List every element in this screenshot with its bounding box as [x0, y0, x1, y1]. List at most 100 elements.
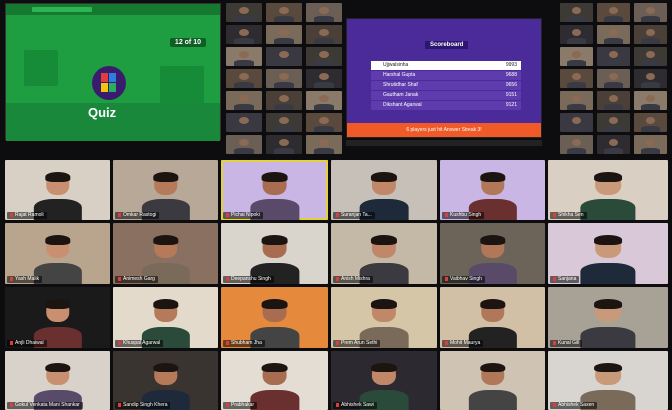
- leaderboard-window: Scoreboard Ujjwalsinha 9993 Harshal Gupt…: [346, 18, 542, 138]
- participant-tile[interactable]: Gokul Venkata Mani Shankar: [5, 351, 110, 410]
- participant-tile[interactable]: Shikha Sen: [548, 160, 668, 220]
- participant-thumbnail[interactable]: [597, 69, 630, 88]
- participant-thumbnail[interactable]: [634, 25, 667, 44]
- participant-thumbnail[interactable]: [306, 47, 342, 66]
- participant-thumbnail[interactable]: [597, 113, 630, 132]
- participant-name-label: Abhishek Sawi: [333, 402, 377, 409]
- participant-tile[interactable]: Sanjana: [548, 223, 668, 284]
- participant-thumbnail[interactable]: [226, 25, 262, 44]
- participant-tile[interactable]: Anjli Dhaiwal: [5, 287, 110, 348]
- participant-thumbnail[interactable]: [634, 135, 667, 154]
- participant-tile[interactable]: Deepanshu Singh: [221, 223, 328, 284]
- participant-tile[interactable]: Sandip Singh Khera: [113, 351, 218, 410]
- participant-thumbnail[interactable]: [560, 47, 593, 66]
- participant-thumbnail[interactable]: [266, 135, 302, 154]
- participant-name-label: Khuspal Agarwal: [115, 340, 164, 347]
- participant-tile[interactable]: Suranjan Ta...: [331, 160, 437, 220]
- participant-video: [468, 363, 517, 410]
- participant-thumbnail[interactable]: [266, 3, 302, 22]
- quiz-share-window: 12 of 10 Quiz: [5, 3, 221, 141]
- quiz-window-dots: [32, 7, 92, 12]
- participant-name-label: Suranjan Ta...: [333, 212, 375, 219]
- participant-thumbnail[interactable]: [306, 91, 342, 110]
- participant-tile[interactable]: Animesh Garg: [113, 223, 218, 284]
- participant-thumbnail[interactable]: [226, 113, 262, 132]
- participant-tile[interactable]: Abhishek Sawi: [331, 351, 437, 410]
- leaderboard-score: 9993: [505, 62, 517, 68]
- participant-video: [249, 363, 300, 410]
- participant-tile[interactable]: Shubham Jha: [221, 287, 328, 348]
- participant-tile[interactable]: Yash Malik: [5, 223, 110, 284]
- leaderboard-list: Ujjwalsinha 9993 Harshal Gupta 9688 Shru…: [371, 61, 521, 111]
- participant-tile[interactable]: Prabhakar: [221, 351, 328, 410]
- participant-tile[interactable]: Vaibhav Singh: [440, 223, 545, 284]
- participant-thumbnail[interactable]: [634, 47, 667, 66]
- participant-thumbnail[interactable]: [306, 113, 342, 132]
- participant-tile[interactable]: Omkar Rastogi: [113, 160, 218, 220]
- participant-thumbnail[interactable]: [597, 47, 630, 66]
- participant-name-label: Animesh Garg: [115, 276, 158, 283]
- participant-name-label: Gokul Venkata Mani Shankar: [7, 402, 83, 409]
- leaderboard-row: Harshal Gupta 9688: [371, 71, 521, 80]
- participant-thumbnail[interactable]: [266, 25, 302, 44]
- participant-name-label: Prem Arun Sethi: [333, 340, 381, 347]
- participant-thumbnail[interactable]: [226, 135, 262, 154]
- participant-name-label: Pichai Nipoki: [223, 212, 263, 219]
- participant-thumbnail[interactable]: [634, 69, 667, 88]
- participant-thumbnail[interactable]: [597, 91, 630, 110]
- participant-tile[interactable]: Kushbu Singh: [440, 160, 545, 220]
- participant-thumbnail[interactable]: [634, 3, 667, 22]
- leaderboard-name: Gautham Janak: [383, 92, 419, 98]
- participant-thumbnail[interactable]: [560, 135, 593, 154]
- participant-name-label: Vaibhav Singh: [442, 276, 485, 283]
- leaderboard-row: Shrutidhar Shaf 9656: [371, 81, 521, 90]
- participant-name-label: Shubham Jha: [223, 340, 265, 347]
- participant-thumbnail[interactable]: [597, 25, 630, 44]
- participant-tile[interactable]: Prem Arun Sethi: [331, 287, 437, 348]
- participant-thumbnail[interactable]: [560, 69, 593, 88]
- participant-thumbnail[interactable]: [306, 69, 342, 88]
- participant-tile[interactable]: Abhishek Saxen: [548, 351, 668, 410]
- participant-name-label: Kunal Gill: [550, 340, 583, 347]
- quiz-logo-icon: [92, 66, 126, 100]
- participant-name-label: Sanjana: [550, 276, 580, 283]
- quiz-counter-badge: 12 of 10: [169, 38, 206, 47]
- participant-thumbnail[interactable]: [560, 3, 593, 22]
- participant-name-label: Omkar Rastogi: [115, 212, 160, 219]
- participant-name-label: Deepanshu Singh: [223, 276, 274, 283]
- participant-thumbnail[interactable]: [597, 135, 630, 154]
- participant-thumbnail[interactable]: [306, 3, 342, 22]
- leaderboard-banner: 6 players just hit Answer Streak 3!: [347, 123, 541, 137]
- participant-video: [580, 172, 636, 220]
- participant-thumbnail[interactable]: [560, 91, 593, 110]
- participant-name-label: Anish Mishra: [333, 276, 373, 283]
- participant-thumbnail[interactable]: [266, 47, 302, 66]
- participant-thumbnail[interactable]: [560, 25, 593, 44]
- leaderboard-score: 9121: [505, 102, 517, 108]
- participant-name-label: Rajat Ramoli: [7, 212, 47, 219]
- participant-thumbnail[interactable]: [634, 91, 667, 110]
- participant-video: [580, 235, 636, 284]
- participant-tile[interactable]: Kunal Gill: [548, 287, 668, 348]
- participant-thumbnail[interactable]: [226, 47, 262, 66]
- participant-thumbnail[interactable]: [226, 3, 262, 22]
- participant-thumbnail[interactable]: [634, 113, 667, 132]
- leaderboard-name: Ujjwalsinha: [383, 62, 409, 68]
- participant-thumbnail[interactable]: [266, 69, 302, 88]
- participant-tile[interactable]: Anish Mishra: [331, 223, 437, 284]
- participant-thumbnail[interactable]: [306, 135, 342, 154]
- participant-thumbnail[interactable]: [560, 113, 593, 132]
- participant-tile[interactable]: Mohit Maurya: [440, 287, 545, 348]
- participant-tile[interactable]: Rajat Ramoli: [5, 160, 110, 220]
- participant-thumbnail[interactable]: [266, 113, 302, 132]
- participant-tile[interactable]: Khuspal Agarwal: [113, 287, 218, 348]
- participant-tile[interactable]: [440, 351, 545, 410]
- participant-thumbnail[interactable]: [226, 69, 262, 88]
- participant-thumbnail[interactable]: [266, 91, 302, 110]
- participant-thumbnail[interactable]: [306, 25, 342, 44]
- leaderboard-score: 9688: [505, 72, 517, 78]
- participant-tile[interactable]: Pichai Nipoki: [221, 160, 328, 220]
- participant-thumbnail[interactable]: [597, 3, 630, 22]
- leaderboard-score: 9151: [505, 92, 517, 98]
- participant-thumbnail[interactable]: [226, 91, 262, 110]
